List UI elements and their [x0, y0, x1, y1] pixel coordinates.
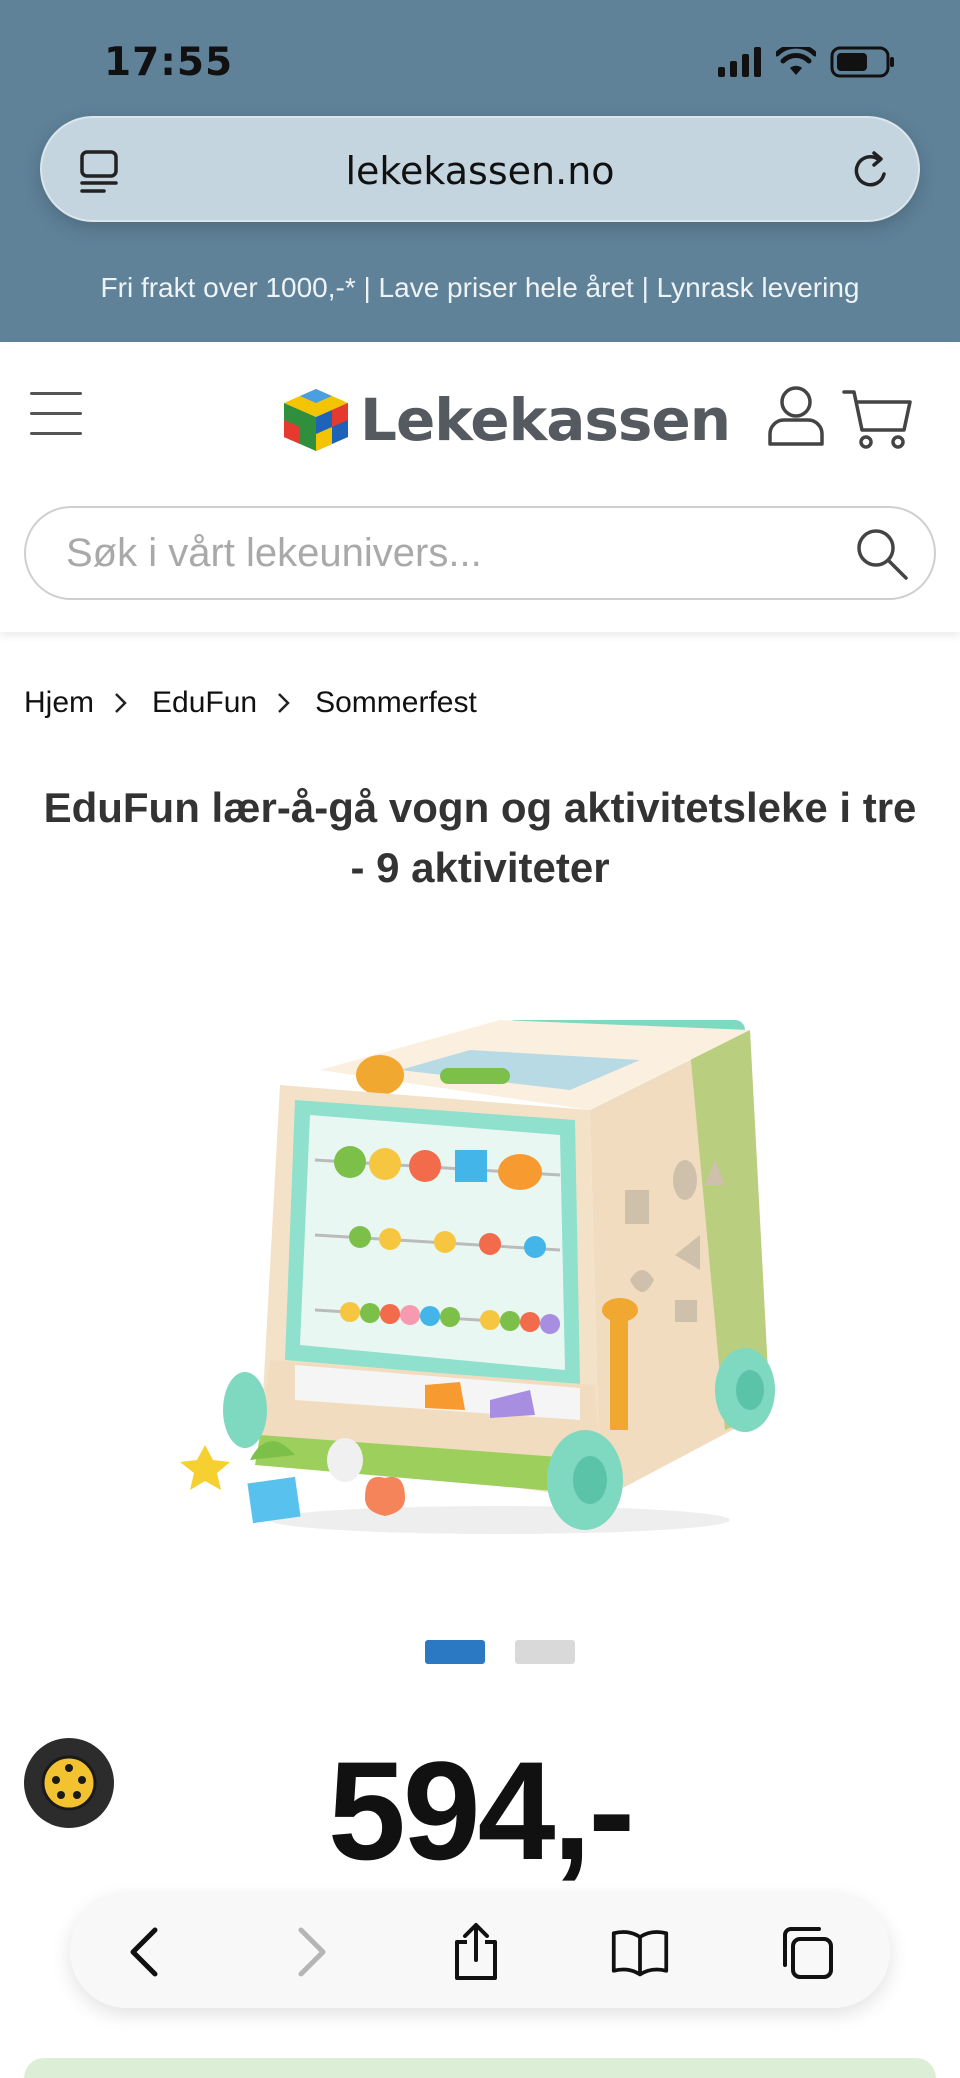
search-icon[interactable]	[854, 526, 910, 582]
book-icon[interactable]	[610, 1922, 670, 1982]
browser-top-area: 17:55 lekekassen.no Fri frakt over 1000,…	[0, 0, 960, 342]
search-bar[interactable]	[24, 506, 936, 600]
chevron-right-icon	[115, 693, 127, 713]
add-to-cart-strip[interactable]	[24, 2058, 936, 2078]
signal-icon	[718, 47, 761, 77]
reload-icon[interactable]	[848, 148, 894, 194]
browser-toolbar	[70, 1894, 890, 2008]
breadcrumb-item-sommerfest[interactable]: Sommerfest	[315, 686, 477, 720]
cart-icon[interactable]	[842, 386, 914, 452]
user-icon[interactable]	[766, 384, 826, 448]
product-image[interactable]	[170, 990, 790, 1560]
breadcrumb-item-edufun[interactable]: EduFun	[152, 686, 257, 720]
chevron-left-icon[interactable]	[114, 1922, 174, 1982]
battery-icon	[830, 46, 894, 78]
chevron-right-icon[interactable]	[282, 1922, 342, 1982]
url-text[interactable]: lekekassen.no	[42, 118, 918, 224]
address-bar[interactable]: lekekassen.no	[40, 116, 920, 222]
status-time: 17:55	[104, 40, 234, 85]
carousel-dot-2[interactable]	[515, 1640, 575, 1664]
chevron-right-icon	[278, 693, 290, 713]
site-header: Lekekassen	[0, 342, 960, 632]
product-price: 594,-	[327, 1732, 635, 1889]
tabs-icon[interactable]	[776, 1922, 836, 1982]
product-title: EduFun lær-å-gå vogn og aktivitetsleke i…	[43, 784, 917, 891]
logo-text: Lekekassen	[360, 386, 731, 454]
search-input[interactable]	[66, 508, 846, 598]
carousel-dot-1[interactable]	[425, 1640, 485, 1664]
share-icon[interactable]	[446, 1922, 506, 1982]
breadcrumb: Hjem EduFun Sommerfest	[24, 686, 477, 720]
wifi-icon	[776, 47, 816, 75]
breadcrumb-item-home[interactable]: Hjem	[24, 686, 94, 720]
promo-banner: Fri frakt over 1000,-* | Lave priser hel…	[100, 272, 860, 303]
hamburger-icon[interactable]	[30, 392, 82, 436]
logo-cube-icon	[284, 389, 348, 451]
image-carousel-dots	[425, 1640, 575, 1664]
status-icons	[718, 46, 896, 78]
site-logo[interactable]: Lekekassen	[282, 386, 731, 454]
